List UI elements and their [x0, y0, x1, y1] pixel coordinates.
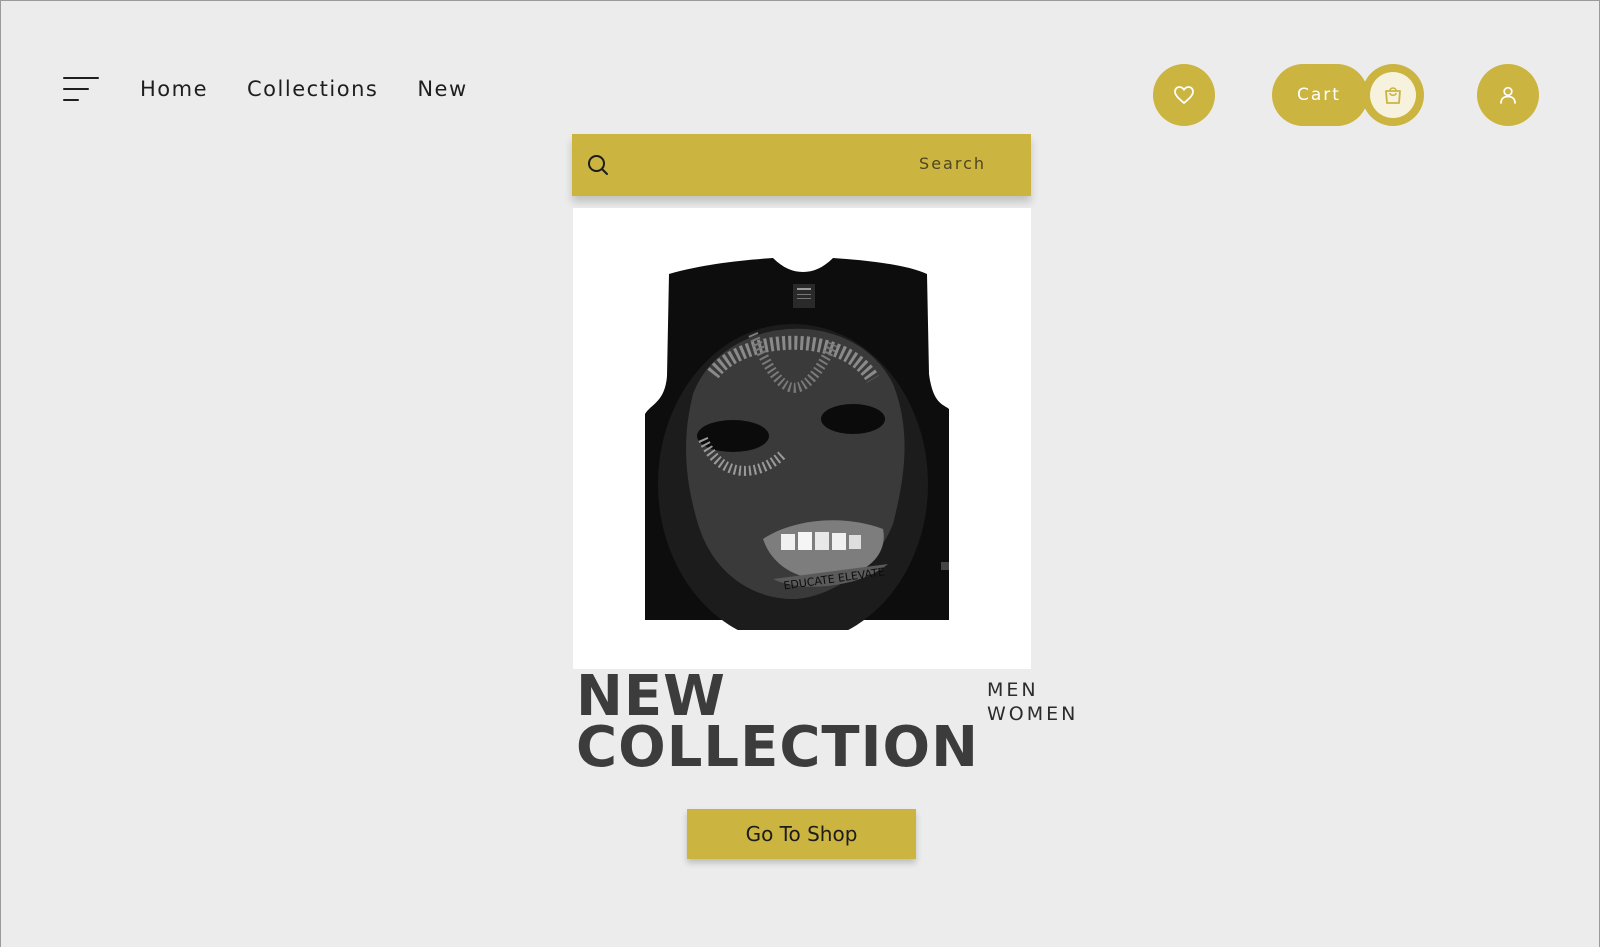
shirt-graphic: EDUCATE ELEVATE	[645, 258, 949, 630]
search-placeholder: Search	[919, 154, 986, 173]
user-icon	[1500, 86, 1516, 104]
cart-bag-button[interactable]	[1362, 64, 1424, 126]
cart-bag-inner	[1370, 72, 1416, 118]
hero-product-image: EDUCATE ELEVATE	[573, 208, 1031, 669]
hamburger-menu-icon[interactable]	[63, 75, 101, 103]
cart-button[interactable]: Cart	[1272, 64, 1368, 126]
search-input[interactable]: Search	[572, 134, 1031, 196]
page-background: Home Collections New Cart Search EDUCATE…	[0, 0, 1600, 951]
main-nav: Home Collections New	[140, 77, 468, 101]
page-bottom-strip	[0, 947, 1600, 951]
heart-outline-icon	[1174, 86, 1194, 104]
favorites-button[interactable]	[1153, 64, 1215, 126]
go-to-shop-button[interactable]: Go To Shop	[687, 809, 916, 859]
nav-link-home[interactable]: Home	[140, 77, 208, 101]
shopping-bag-icon	[1385, 87, 1401, 104]
nav-link-new[interactable]: New	[417, 77, 467, 101]
headline-line-2: COLLECTION	[576, 715, 979, 780]
category-links: MEN WOMEN	[987, 678, 1078, 726]
nav-link-collections[interactable]: Collections	[247, 77, 378, 101]
cart-label: Cart	[1297, 85, 1341, 105]
category-women[interactable]: WOMEN	[987, 702, 1078, 726]
hero-headline: NEW COLLECTION	[576, 669, 1036, 780]
account-button[interactable]	[1477, 64, 1539, 126]
category-men[interactable]: MEN	[987, 678, 1078, 702]
search-icon	[588, 155, 608, 175]
